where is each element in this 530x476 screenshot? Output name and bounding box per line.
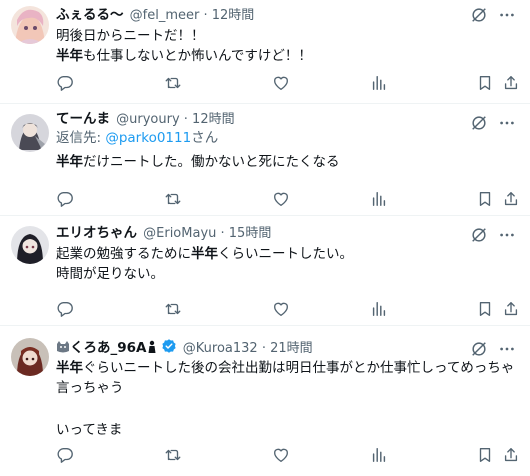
more-icon[interactable] (498, 226, 516, 244)
bold-text: 半年 (56, 48, 83, 64)
reply-icon[interactable] (56, 190, 76, 210)
retweet-icon[interactable] (164, 74, 184, 94)
reply-prefix: 返信先: (56, 130, 106, 146)
more-icon[interactable] (498, 6, 516, 24)
tweet-text-line: いってきま (56, 422, 123, 438)
display-name[interactable]: てーんま (56, 111, 110, 127)
bookmark-icon[interactable] (476, 446, 496, 466)
reply-icon[interactable] (56, 74, 76, 94)
reply-mention-link[interactable]: @parko0111 (105, 130, 191, 146)
text-span: だけニートした。働かないと死にたくなる (83, 154, 340, 170)
tweet-text-line: 時間が足りない。 (56, 266, 164, 282)
tweet-content: ふぇるる〜 @fel_meer · 12時間 明後日からニートだ！！ 半年も仕事… (56, 6, 530, 66)
display-name[interactable]: エリオちゃん (56, 225, 137, 241)
display-name[interactable]: くろあ_96A (70, 340, 147, 356)
text-span: 起業の勉強するために (56, 246, 191, 262)
avatar[interactable] (11, 338, 49, 376)
action-bar (56, 190, 530, 210)
tweet-header: エリオちゃん @ErioMayu · 15時間 (56, 224, 530, 242)
handle-time[interactable]: @Kuroa132 · 21時間 (183, 341, 313, 356)
retweet-icon[interactable] (164, 446, 184, 466)
tweet-text-line: 半年だけニートした。働かないと死にたくなる (56, 152, 530, 172)
text-span: くらいニートしたい。 (218, 246, 353, 262)
action-bar (56, 74, 530, 94)
like-icon[interactable] (272, 300, 292, 320)
tweet[interactable]: ふぇるる〜 @fel_meer · 12時間 明後日からニートだ！！ 半年も仕事… (0, 0, 530, 104)
retweet-icon[interactable] (164, 190, 184, 210)
share-icon[interactable] (502, 190, 522, 210)
tweet-content: エリオちゃん @ErioMayu · 15時間 起業の勉強するために半年くらいニ… (56, 224, 530, 284)
share-icon[interactable] (502, 446, 522, 466)
more-icon[interactable] (498, 114, 516, 132)
share-icon[interactable] (502, 300, 522, 320)
views-icon[interactable] (370, 300, 390, 320)
grok-icon[interactable] (470, 226, 488, 244)
tweet-header: くろあ_96A @Kuroa132 · 21時間 (56, 338, 530, 356)
reply-icon[interactable] (56, 300, 76, 320)
tweet-header: ふぇるる〜 @fel_meer · 12時間 (56, 6, 530, 24)
tweet-header: てーんま @uryoury · 12時間 (56, 110, 530, 128)
views-icon[interactable] (370, 446, 390, 466)
cat-icon (56, 340, 70, 360)
handle-time[interactable]: @fel_meer · 12時間 (130, 8, 255, 23)
like-icon[interactable] (272, 446, 292, 466)
grok-icon[interactable] (470, 340, 488, 358)
bold-text: 半年 (56, 154, 83, 170)
reply-context: 返信先: @parko0111さん (56, 128, 530, 148)
bold-text: 半年 (56, 360, 83, 376)
tweet[interactable]: てーんま @uryoury · 12時間 返信先: @parko0111さん 半… (0, 104, 530, 216)
text-span: も仕事しないとか怖いんですけど！！ (83, 48, 312, 64)
action-bar (56, 446, 530, 466)
tweet-text-line: 明後日からニートだ！！ (56, 28, 205, 44)
handle-time[interactable]: @ErioMayu · 15時間 (143, 226, 271, 241)
text-span: ぐらいニートした後の会社出勤は明日仕事がとか仕事忙しってめっちゃ (83, 360, 515, 376)
reply-icon[interactable] (56, 446, 76, 466)
more-icon[interactable] (498, 340, 516, 358)
like-icon[interactable] (272, 74, 292, 94)
avatar[interactable] (11, 114, 49, 152)
handle-time[interactable]: @uryoury · 12時間 (116, 112, 234, 127)
display-name[interactable]: ふぇるる〜 (56, 7, 124, 23)
bold-text: 半年 (191, 246, 218, 262)
tweet-text-line: 半年ぐらいニートした後の会社出勤は明日仕事がとか仕事忙しってめっちゃ (56, 358, 530, 378)
bookmark-icon[interactable] (476, 74, 496, 94)
tweet-content: くろあ_96A @Kuroa132 · 21時間 半年ぐらいニートした後の会社出… (56, 338, 530, 440)
tweet-text-line: 半年も仕事しないとか怖いんですけど！！ (56, 46, 530, 66)
tweet-text-line: 言っちゃう (56, 380, 124, 396)
tweet[interactable]: エリオちゃん @ErioMayu · 15時間 起業の勉強するために半年くらいニ… (0, 216, 530, 326)
avatar[interactable] (11, 6, 49, 44)
like-icon[interactable] (272, 190, 292, 210)
tweet-text-line: 起業の勉強するために半年くらいニートしたい。 (56, 244, 530, 264)
verified-icon[interactable] (161, 338, 177, 360)
share-icon[interactable] (502, 74, 522, 94)
retweet-icon[interactable] (164, 300, 184, 320)
grok-icon[interactable] (470, 6, 488, 24)
views-icon[interactable] (370, 190, 390, 210)
views-icon[interactable] (370, 74, 390, 94)
bookmark-icon[interactable] (476, 300, 496, 320)
bookmark-icon[interactable] (476, 190, 496, 210)
tweet-content: てーんま @uryoury · 12時間 返信先: @parko0111さん 半… (56, 110, 530, 172)
avatar[interactable] (11, 226, 49, 264)
person-emoji-icon (147, 340, 157, 360)
grok-icon[interactable] (470, 114, 488, 132)
action-bar (56, 300, 530, 320)
reply-suffix: さん (191, 130, 219, 146)
tweet[interactable]: くろあ_96A @Kuroa132 · 21時間 半年ぐらいニートした後の会社出… (0, 326, 530, 476)
